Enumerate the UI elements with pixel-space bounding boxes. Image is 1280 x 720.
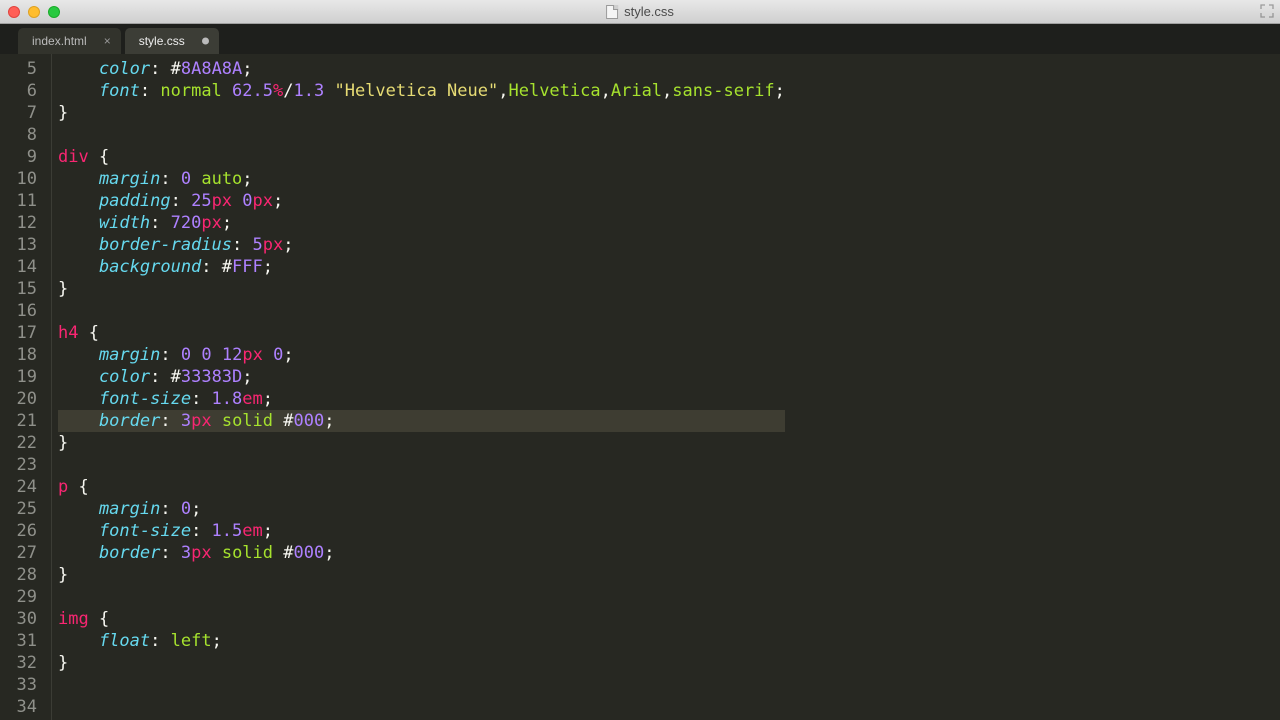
- line-number: 12: [0, 212, 37, 234]
- code-line[interactable]: }: [58, 432, 785, 454]
- minimize-icon[interactable]: [28, 6, 40, 18]
- line-number: 21: [0, 410, 37, 432]
- code-line[interactable]: font-size: 1.5em;: [58, 520, 785, 542]
- code-line[interactable]: border: 3px solid #000;: [58, 542, 785, 564]
- tab-style-css[interactable]: style.css: [125, 28, 219, 54]
- line-number: 15: [0, 278, 37, 300]
- code-line[interactable]: img {: [58, 608, 785, 630]
- code-line[interactable]: [58, 124, 785, 146]
- line-number: 5: [0, 58, 37, 80]
- zoom-icon[interactable]: [48, 6, 60, 18]
- close-icon[interactable]: ×: [104, 34, 111, 48]
- line-number: 7: [0, 102, 37, 124]
- close-icon[interactable]: [8, 6, 20, 18]
- code-line[interactable]: width: 720px;: [58, 212, 785, 234]
- document-icon: [606, 5, 618, 19]
- line-number: 18: [0, 344, 37, 366]
- line-number: 26: [0, 520, 37, 542]
- code-line[interactable]: }: [58, 102, 785, 124]
- code-editor[interactable]: 5678910111213141516171819202122232425262…: [0, 54, 1280, 720]
- code-line[interactable]: color: #33383D;: [58, 366, 785, 388]
- code-line[interactable]: [58, 454, 785, 476]
- line-number: 24: [0, 476, 37, 498]
- code-line[interactable]: padding: 25px 0px;: [58, 190, 785, 212]
- code-line[interactable]: float: left;: [58, 630, 785, 652]
- line-number: 17: [0, 322, 37, 344]
- line-number: 14: [0, 256, 37, 278]
- code-area[interactable]: color: #8A8A8A; font: normal 62.5%/1.3 "…: [52, 54, 785, 720]
- code-line[interactable]: color: #8A8A8A;: [58, 58, 785, 80]
- line-number: 32: [0, 652, 37, 674]
- code-line[interactable]: border: 3px solid #000;: [58, 410, 785, 432]
- code-line[interactable]: h4 {: [58, 322, 785, 344]
- line-number: 11: [0, 190, 37, 212]
- code-line[interactable]: border-radius: 5px;: [58, 234, 785, 256]
- line-number: 34: [0, 696, 37, 718]
- code-line[interactable]: margin: 0 0 12px 0;: [58, 344, 785, 366]
- code-line[interactable]: div {: [58, 146, 785, 168]
- line-number: 27: [0, 542, 37, 564]
- code-line[interactable]: [58, 674, 785, 696]
- window-title: style.css: [606, 4, 674, 19]
- line-number: 22: [0, 432, 37, 454]
- code-line[interactable]: background: #FFF;: [58, 256, 785, 278]
- tab-index-html[interactable]: index.html ×: [18, 28, 121, 54]
- line-number: 31: [0, 630, 37, 652]
- window-controls: [8, 6, 60, 18]
- code-line[interactable]: }: [58, 278, 785, 300]
- code-line[interactable]: [58, 586, 785, 608]
- line-number: 23: [0, 454, 37, 476]
- dirty-dot-icon: [202, 38, 209, 45]
- window-title-text: style.css: [624, 4, 674, 19]
- line-number-gutter: 5678910111213141516171819202122232425262…: [0, 54, 52, 720]
- line-number: 9: [0, 146, 37, 168]
- line-number: 33: [0, 674, 37, 696]
- code-line[interactable]: [58, 300, 785, 322]
- code-line[interactable]: }: [58, 564, 785, 586]
- code-line[interactable]: font: normal 62.5%/1.3 "Helvetica Neue",…: [58, 80, 785, 102]
- line-number: 19: [0, 366, 37, 388]
- code-line[interactable]: p {: [58, 476, 785, 498]
- code-line[interactable]: }: [58, 652, 785, 674]
- line-number: 29: [0, 586, 37, 608]
- line-number: 8: [0, 124, 37, 146]
- line-number: 10: [0, 168, 37, 190]
- line-number: 20: [0, 388, 37, 410]
- line-number: 13: [0, 234, 37, 256]
- tab-bar: index.html × style.css: [0, 24, 1280, 54]
- line-number: 28: [0, 564, 37, 586]
- code-line[interactable]: [58, 696, 785, 718]
- window-titlebar: style.css: [0, 0, 1280, 24]
- tab-label: index.html: [32, 34, 87, 48]
- code-line[interactable]: font-size: 1.8em;: [58, 388, 785, 410]
- line-number: 16: [0, 300, 37, 322]
- code-line[interactable]: margin: 0;: [58, 498, 785, 520]
- tab-label: style.css: [139, 34, 185, 48]
- line-number: 30: [0, 608, 37, 630]
- line-number: 6: [0, 80, 37, 102]
- code-line[interactable]: margin: 0 auto;: [58, 168, 785, 190]
- line-number: 25: [0, 498, 37, 520]
- expand-icon[interactable]: [1260, 4, 1274, 18]
